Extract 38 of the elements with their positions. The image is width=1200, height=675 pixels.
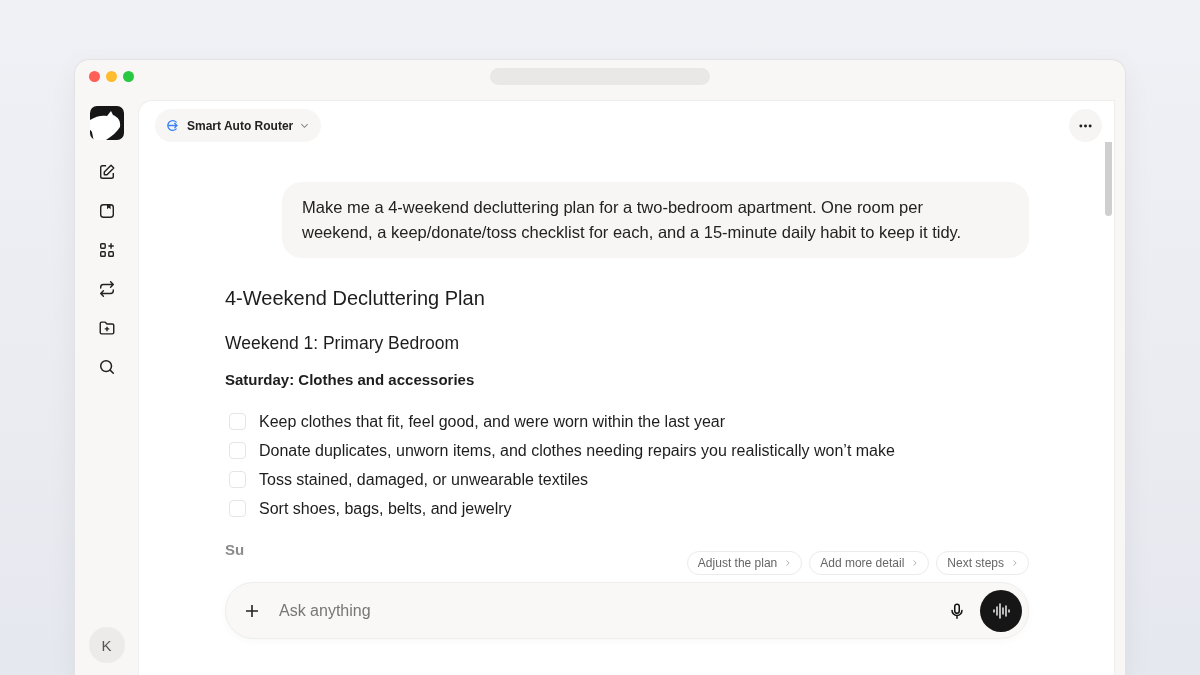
checklist-item-text: Keep clothes that fit, feel good, and were worn within the last year bbox=[259, 412, 726, 432]
chevron-down-icon bbox=[300, 121, 310, 130]
new-chat-icon[interactable] bbox=[97, 163, 116, 181]
search-icon[interactable] bbox=[97, 358, 116, 376]
chevron-right-icon bbox=[1012, 559, 1018, 567]
user-avatar[interactable]: K bbox=[88, 627, 125, 663]
close-light[interactable] bbox=[89, 70, 100, 82]
suggestion-chip[interactable]: Adjust the plan bbox=[686, 551, 803, 575]
plus-icon[interactable] bbox=[245, 603, 259, 618]
waveform-icon bbox=[991, 600, 1011, 621]
chevron-right-icon bbox=[912, 559, 919, 567]
user-message: Make me a 4-weekend decluttering plan for a two-bedroom apartment. One room per weekend, a keep/donate/toss checklist for each, and a 15-minute daily habit to keep it tidy. bbox=[282, 182, 1029, 258]
checkbox[interactable] bbox=[229, 413, 246, 430]
router-icon bbox=[165, 118, 180, 133]
message-composer[interactable]: Ask anything bbox=[225, 582, 1029, 639]
model-selector[interactable]: Smart Auto Router bbox=[155, 109, 322, 142]
response-title: 4-Weekend Decluttering Plan bbox=[225, 286, 486, 311]
bookmark-icon[interactable] bbox=[97, 202, 116, 220]
voice-mode-button[interactable] bbox=[980, 589, 1022, 632]
checklist-item-text: Sort shoes, bags, belts, and jewelry bbox=[259, 499, 512, 519]
suggestion-chip[interactable]: Next steps bbox=[936, 551, 1029, 575]
suggestion-chip[interactable]: Add more detail bbox=[809, 551, 930, 575]
logo-icon[interactable] bbox=[89, 106, 124, 140]
apps-icon[interactable] bbox=[97, 241, 116, 259]
more-icon bbox=[1079, 123, 1092, 128]
subsection-heading: Saturday: Clothes and accessories bbox=[225, 370, 476, 390]
microphone-icon[interactable] bbox=[948, 601, 966, 620]
repeat-icon[interactable] bbox=[97, 280, 116, 298]
folder-plus-icon[interactable] bbox=[97, 319, 116, 337]
checkbox[interactable] bbox=[229, 471, 246, 488]
checklist-item-text: Toss stained, damaged, or unwearable textiles bbox=[259, 470, 589, 490]
message-input[interactable]: Ask anything bbox=[271, 600, 936, 621]
subsection-heading: Su bbox=[225, 540, 246, 560]
chevron-right-icon bbox=[785, 559, 792, 567]
checklist-item-text: Donate duplicates, unworn items, and clothes needing repairs you realistically won’t make bbox=[259, 441, 895, 461]
section-heading: Weekend 1: Primary Bedroom bbox=[225, 332, 461, 355]
checkbox[interactable] bbox=[229, 500, 246, 517]
checkbox[interactable] bbox=[229, 442, 246, 459]
